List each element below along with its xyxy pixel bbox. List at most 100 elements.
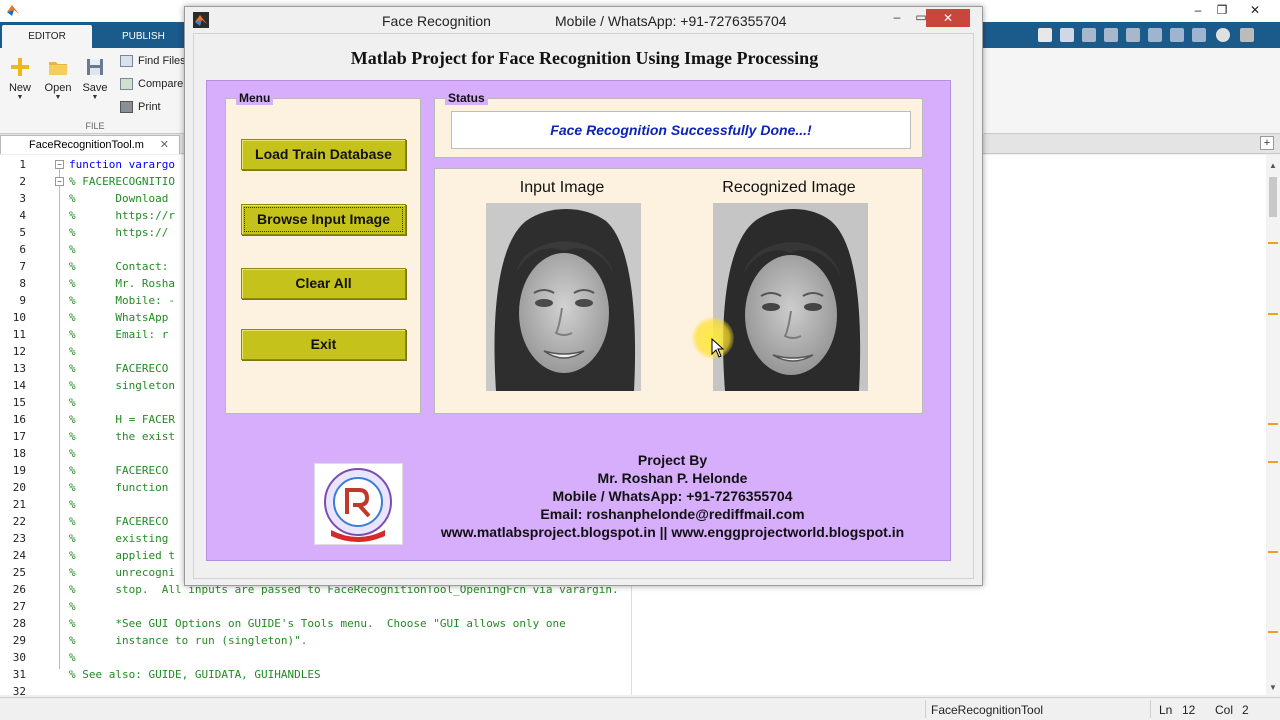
code-line[interactable]: % FACERECO <box>69 362 168 375</box>
code-line[interactable]: % <box>69 651 76 664</box>
help-icon[interactable] <box>1216 28 1230 42</box>
quick-access-icon[interactable] <box>1038 28 1052 42</box>
line-number: 26 <box>12 583 26 596</box>
code-line[interactable]: % <box>69 498 76 511</box>
fold-toggle-icon[interactable]: − <box>55 177 64 186</box>
code-line[interactable]: % Download <box>69 192 168 205</box>
code-line[interactable]: % <box>69 447 76 460</box>
matlab-maximize-button[interactable]: ❐ <box>1207 0 1237 22</box>
line-number: 17 <box>12 430 26 443</box>
code-line[interactable]: % applied t <box>69 549 175 562</box>
line-number: 2 <box>19 175 26 188</box>
code-line[interactable]: % https:// <box>69 226 168 239</box>
line-number: 25 <box>12 566 26 579</box>
line-number: 4 <box>19 209 26 222</box>
code-line[interactable]: % instance to run (singleton)". <box>69 634 307 647</box>
code-line[interactable]: % https://r <box>69 209 175 222</box>
close-icon[interactable]: ✕ <box>926 9 970 27</box>
code-line[interactable]: % the exist <box>69 430 175 443</box>
main-panel: Menu Load Train Database Browse Input Im… <box>206 80 951 561</box>
paste-icon[interactable] <box>1126 28 1140 42</box>
close-icon[interactable]: ✕ <box>160 136 169 154</box>
code-line[interactable]: % <box>69 345 76 358</box>
code-line[interactable]: % Email: r <box>69 328 168 341</box>
tab-editor[interactable]: EDITOR <box>2 25 92 48</box>
code-analyzer-mark[interactable] <box>1268 631 1278 633</box>
code-line[interactable]: % existing <box>69 532 168 545</box>
code-line[interactable]: % singleton <box>69 379 175 392</box>
open-button[interactable]: Open ▼ <box>40 56 76 101</box>
input-image <box>486 203 641 391</box>
line-number: 1 <box>19 158 26 171</box>
line-number: 18 <box>12 447 26 460</box>
redo-icon[interactable] <box>1170 28 1184 42</box>
code-line[interactable]: % Mr. Rosha <box>69 277 175 290</box>
line-number: 23 <box>12 532 26 545</box>
code-line[interactable]: % Mobile: - <box>69 294 175 307</box>
new-label: New <box>8 82 31 94</box>
code-line[interactable]: % *See GUI Options on GUIDE's Tools menu… <box>69 617 566 630</box>
code-analyzer-mark[interactable] <box>1268 242 1278 244</box>
code-analyzer-mark[interactable] <box>1268 461 1278 463</box>
browse-input-image-button[interactable]: Browse Input Image <box>241 204 406 235</box>
figure-title-phone: Mobile / WhatsApp: +91-7276355704 <box>555 13 787 29</box>
code-line[interactable]: % <box>69 243 76 256</box>
credits-author: Mr. Roshan P. Helonde <box>597 470 748 486</box>
quick-save-icon[interactable] <box>1060 28 1074 42</box>
code-analyzer-mark[interactable] <box>1268 423 1278 425</box>
code-line[interactable]: % See also: GUIDE, GUIDATA, GUIHANDLES <box>69 668 321 681</box>
code-line[interactable]: % <box>69 396 76 409</box>
save-button[interactable]: Save ▼ <box>77 56 113 101</box>
code-line[interactable]: % FACERECO <box>69 464 168 477</box>
line-number: 22 <box>12 515 26 528</box>
code-line[interactable]: % <box>69 600 76 613</box>
code-line[interactable]: % FACERECOGNITIO <box>69 175 175 188</box>
code-line[interactable]: % Contact: <box>69 260 168 273</box>
line-number: 7 <box>19 260 26 273</box>
file-group-label: FILE <box>85 121 105 131</box>
exit-button[interactable]: Exit <box>241 329 406 360</box>
editor-tab-facerecognitiontool[interactable]: FaceRecognitionTool.m ✕ <box>0 135 180 154</box>
editor-vertical-scrollbar[interactable]: ▲ ▼ <box>1266 155 1280 695</box>
find-files-button[interactable]: Find Files <box>120 52 186 70</box>
expand-icon[interactable] <box>1240 28 1254 42</box>
code-line[interactable]: % function <box>69 481 168 494</box>
scroll-up-icon[interactable]: ▲ <box>1266 161 1280 170</box>
matlab-close-button[interactable]: ✕ <box>1240 0 1270 22</box>
tab-publish[interactable]: PUBLISH <box>110 25 177 48</box>
line-number: 6 <box>19 243 26 256</box>
new-file-icon <box>11 58 29 76</box>
chevron-down-icon: ▼ <box>91 94 99 101</box>
code-analyzer-mark[interactable] <box>1268 313 1278 315</box>
line-number: 28 <box>12 617 26 630</box>
code-line[interactable]: function varargo <box>69 158 175 171</box>
figure-title: Face Recognition <box>382 13 491 29</box>
compare-button[interactable]: Compare <box>120 75 183 93</box>
line-number: 21 <box>12 498 26 511</box>
scroll-down-icon[interactable]: ▼ <box>1266 683 1280 692</box>
line-number: 19 <box>12 464 26 477</box>
line-number: 31 <box>12 668 26 681</box>
fold-toggle-icon[interactable]: − <box>55 160 64 169</box>
add-tab-button[interactable]: + <box>1260 136 1274 150</box>
ribbon-file-group: New ▼ Open ▼ Save ▼ Find Files Compare P… <box>0 48 190 134</box>
load-train-database-button[interactable]: Load Train Database <box>241 139 406 170</box>
line-number: 16 <box>12 413 26 426</box>
code-line[interactable]: % H = FACER <box>69 413 175 426</box>
minimize-icon[interactable]: – <box>885 9 909 27</box>
code-analyzer-mark[interactable] <box>1268 551 1278 553</box>
cut-icon[interactable] <box>1082 28 1096 42</box>
scrollbar-thumb[interactable] <box>1269 177 1277 217</box>
code-line[interactable]: % WhatsApp <box>69 311 168 324</box>
new-button[interactable]: New ▼ <box>2 56 38 101</box>
switch-windows-icon[interactable] <box>1192 28 1206 42</box>
clear-all-button[interactable]: Clear All <box>241 268 406 299</box>
copy-icon[interactable] <box>1104 28 1118 42</box>
print-button[interactable]: Print <box>120 98 161 116</box>
code-line[interactable]: % unrecogni <box>69 566 175 579</box>
matlab-logo-icon <box>7 5 19 16</box>
status-panel-label: Status <box>445 91 488 105</box>
line-number: 20 <box>12 481 26 494</box>
undo-icon[interactable] <box>1148 28 1162 42</box>
code-line[interactable]: % FACERECO <box>69 515 168 528</box>
